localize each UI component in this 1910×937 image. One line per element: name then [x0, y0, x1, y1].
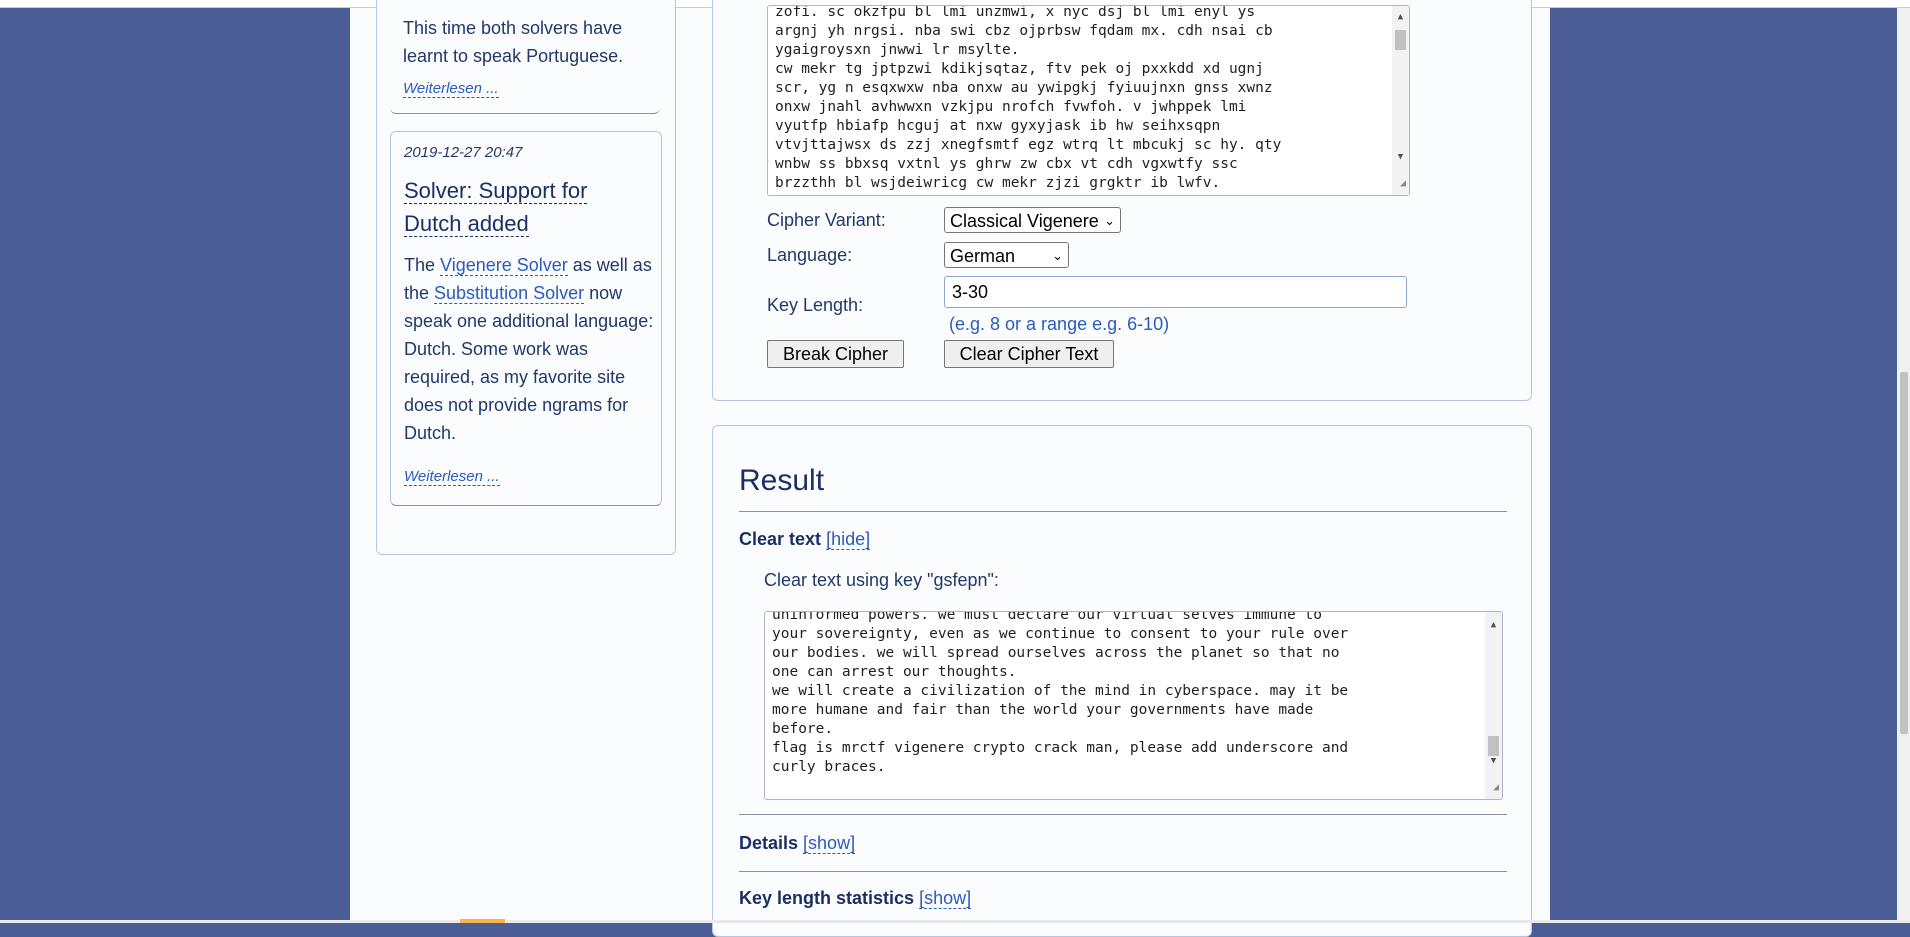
- read-more-link[interactable]: Weiterlesen ...: [403, 80, 499, 98]
- scroll-down-icon[interactable]: ▼: [1392, 148, 1409, 167]
- divider: [739, 871, 1507, 872]
- key-length-statistics-header: Key length statistics [show]: [739, 888, 972, 909]
- cipher-text-area[interactable]: zofi. sc okzfpu bl lmi unzmwi, x nyc dsj…: [767, 5, 1410, 196]
- clear-text-section-header: Clear text [hide]: [739, 529, 871, 550]
- scroll-up-icon[interactable]: ▲: [1485, 616, 1502, 635]
- cipher-variant-select[interactable]: Classical Vigenere ⌄: [944, 207, 1121, 233]
- cipher-text-scrollbar[interactable]: ▲ ▼: [1392, 6, 1409, 195]
- read-more-link[interactable]: Weiterlesen ...: [404, 468, 500, 486]
- key-length-statistics-show-toggle[interactable]: [show]: [919, 888, 972, 909]
- resize-grip-icon[interactable]: ◢: [1400, 174, 1406, 193]
- news-sidebar: This time both solvers have learnt to sp…: [376, 0, 676, 555]
- chevron-down-icon: ⌄: [1104, 213, 1115, 228]
- page-scroll-thumb[interactable]: [1900, 372, 1908, 734]
- cipher-form: zofi. sc okzfpu bl lmi unzmwi, x nyc dsj…: [712, 0, 1532, 401]
- key-length-label: Key Length:: [767, 295, 864, 315]
- clear-text-key-line: Clear text using key "gsfepn":: [764, 570, 999, 590]
- cipher-text-content: zofi. sc okzfpu bl lmi unzmwi, x nyc dsj…: [775, 5, 1282, 191]
- divider: [739, 511, 1507, 512]
- clear-text-area[interactable]: uninformed powers. we must declare our v…: [764, 611, 1503, 800]
- result-panel: Result Clear text [hide] Clear text usin…: [712, 425, 1532, 937]
- news-post-text: The Vigenere Solver as well as the Subst…: [404, 255, 654, 443]
- result-title: Result: [739, 464, 825, 497]
- key-length-input[interactable]: 3-30: [944, 276, 1407, 308]
- news-post-text: This time both solvers have learnt to sp…: [403, 18, 624, 66]
- scroll-thumb[interactable]: [1395, 30, 1406, 50]
- resize-grip-icon[interactable]: ◢: [1493, 778, 1499, 797]
- clear-text-scrollbar[interactable]: ▲ ▼: [1485, 612, 1502, 799]
- news-post-title[interactable]: Solver: Support for Dutch added: [404, 174, 644, 240]
- chevron-down-icon: ⌄: [1052, 248, 1063, 263]
- substitution-solver-link[interactable]: Substitution Solver: [434, 283, 585, 304]
- vigenere-solver-link[interactable]: Vigenere Solver: [440, 255, 568, 276]
- news-post: 2019-12-27 20:47 Solver: Support for Dut…: [390, 131, 662, 506]
- details-section-header: Details [show]: [739, 833, 856, 854]
- divider: [739, 814, 1507, 815]
- details-show-toggle[interactable]: [show]: [803, 833, 856, 854]
- clear-cipher-text-button[interactable]: Clear Cipher Text: [944, 340, 1114, 368]
- break-cipher-button[interactable]: Break Cipher: [767, 340, 904, 368]
- clear-text-hide-toggle[interactable]: [hide]: [826, 529, 871, 550]
- scroll-down-icon[interactable]: ▼: [1485, 752, 1502, 771]
- cipher-variant-label: Cipher Variant:: [767, 210, 886, 230]
- language-select[interactable]: German ⌄: [944, 242, 1069, 268]
- key-length-hint: (e.g. 8 or a range e.g. 6-10): [949, 314, 1170, 334]
- scroll-up-icon[interactable]: ▲: [1392, 8, 1409, 27]
- clear-text-content: uninformed powers. we must declare our v…: [772, 611, 1349, 775]
- news-post: This time both solvers have learnt to sp…: [390, 0, 660, 114]
- taskbar-indicator: [460, 919, 505, 923]
- language-label: Language:: [767, 245, 853, 265]
- news-post-date: 2019-12-27 20:47: [404, 144, 523, 161]
